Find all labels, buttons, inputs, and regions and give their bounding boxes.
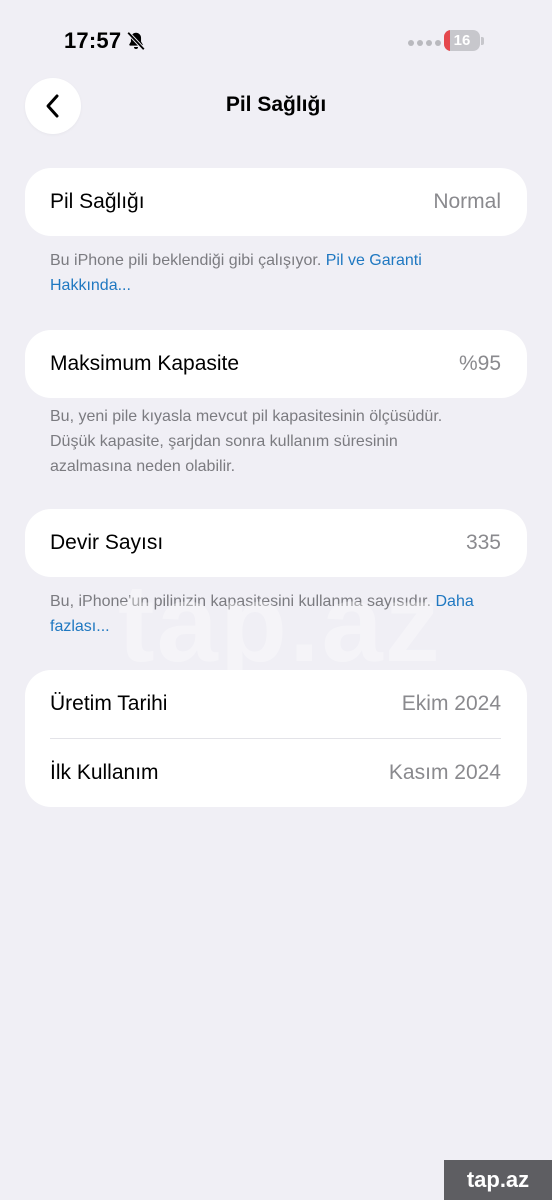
status-bar: 17:57 16 xyxy=(0,0,552,84)
cycle-count-footnote: Bu, iPhone'un pilinizin kapasitesini kul… xyxy=(50,589,480,639)
battery-health-label: Pil Sağlığı xyxy=(50,190,145,213)
max-capacity-row: Maksimum Kapasite %95 xyxy=(25,330,527,398)
battery-health-footnote-text: Bu iPhone pili beklendiği gibi çalışıyor… xyxy=(50,252,326,269)
battery-level-text: 16 xyxy=(453,32,471,49)
max-capacity-value: %95 xyxy=(458,352,501,375)
first-use-label: İlk Kullanım xyxy=(50,761,159,784)
battery-health-row: Pil Sağlığı Normal xyxy=(25,168,527,236)
cycle-count-row: Devir Sayısı 335 xyxy=(25,509,527,577)
manufacture-date-row: Üretim Tarihi Ekim 2024 xyxy=(25,670,527,738)
cycle-count-footnote-text: Bu, iPhone'un pilinizin kapasitesini kul… xyxy=(50,593,436,610)
cycle-count-card: Devir Sayısı 335 xyxy=(25,509,527,577)
dates-card: Üretim Tarihi Ekim 2024 İlk Kullanım Kas… xyxy=(25,670,527,807)
manufacture-date-label: Üretim Tarihi xyxy=(50,692,168,715)
battery-tip xyxy=(481,37,484,45)
first-use-row: İlk Kullanım Kasım 2024 xyxy=(25,739,527,807)
bell-slash-icon xyxy=(126,31,146,51)
cellular-signal-icon xyxy=(408,40,441,46)
battery-icon: 16 xyxy=(444,30,480,51)
manufacture-date-value: Ekim 2024 xyxy=(401,692,501,715)
battery-health-card: Pil Sağlığı Normal xyxy=(25,168,527,236)
max-capacity-label: Maksimum Kapasite xyxy=(50,352,240,375)
corner-watermark: tap.az xyxy=(444,1160,552,1200)
status-time: 17:57 xyxy=(64,28,122,53)
cycle-count-value: 335 xyxy=(465,531,501,554)
page-title: Pil Sağlığı xyxy=(225,93,327,116)
cycle-count-label: Devir Sayısı xyxy=(50,531,164,554)
max-capacity-footnote-text: Bu, yeni pile kıyasla mevcut pil kapasit… xyxy=(50,408,443,475)
max-capacity-card: Maksimum Kapasite %95 xyxy=(25,330,527,398)
battery-health-footnote: Bu iPhone pili beklendiği gibi çalışıyor… xyxy=(50,248,460,298)
max-capacity-footnote: Bu, yeni pile kıyasla mevcut pil kapasit… xyxy=(50,404,470,479)
battery-health-value: Normal xyxy=(433,190,501,213)
first-use-value: Kasım 2024 xyxy=(388,761,501,784)
